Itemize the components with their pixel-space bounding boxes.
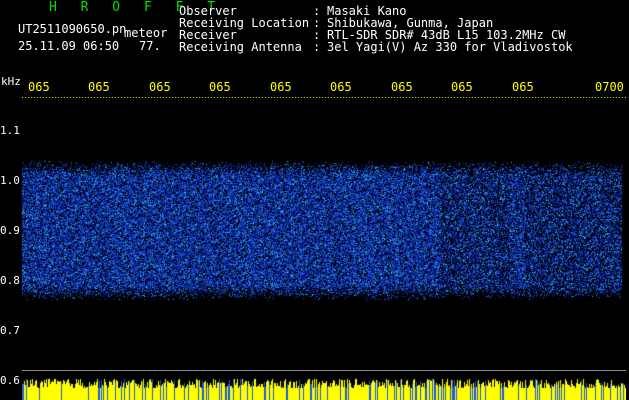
gain-value: 77. [139,39,161,53]
antenna-sep: : [313,40,321,54]
spectrogram-plot [0,0,629,400]
time-label: 065 [451,80,473,94]
antenna-value: 3el Yagi(V) Az 330 for Vladivostok [327,40,573,54]
antenna-label: Receiving Antenna [179,40,302,54]
y-unit-label: kHz [1,75,21,88]
time-label: 065 [28,80,50,94]
y-tick-label: 1.1 [0,124,20,137]
y-tick-label: 0.9 [0,224,20,237]
time-label: 065 [149,80,171,94]
time-label: 065 [209,80,231,94]
y-tick-label: 0.7 [0,324,20,337]
time-label: 065 [391,80,413,94]
image-filename: UT2511090650.pn [18,22,127,36]
time-label: 065 [330,80,352,94]
time-tick-rule [22,97,626,98]
y-tick-label: 0.6 [0,374,20,387]
hrofft-window: H R O F F T UT2511090650.pn meteor 25.11… [0,0,629,400]
baseline-rule [22,370,626,371]
time-label: 065 [88,80,110,94]
signal-level-strip [22,378,626,400]
capture-datetime: 25.11.09 06:50 [18,39,120,53]
time-label: 065 [270,80,292,94]
y-tick-label: 1.0 [0,174,20,187]
time-label: 065 [512,80,534,94]
y-tick-label: 0.8 [0,274,20,287]
time-label: 0700 [595,80,624,94]
